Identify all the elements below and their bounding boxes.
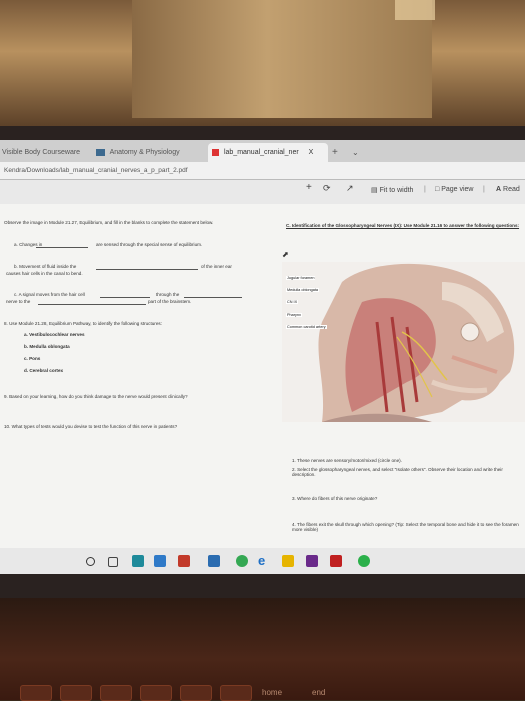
page-view-icon: □ — [435, 186, 440, 193]
right-question-3: 3. Where do fibers of this nerve origina… — [292, 496, 378, 501]
pdf-toolbar: + ⟳ ↗ ▤ Fit to width | □ Page view | A R… — [0, 180, 525, 205]
keyboard-key — [60, 685, 92, 701]
structure-a: a. Vestibulocochlear nerves — [24, 332, 85, 337]
file-explorer-icon[interactable] — [282, 555, 294, 567]
keyboard-key — [220, 685, 252, 701]
blank-line[interactable] — [96, 269, 198, 270]
cursor-icon: ⬈ — [282, 250, 289, 259]
blank-line[interactable] — [184, 297, 242, 298]
item-c-text-cont: nerve to the — [6, 299, 31, 304]
blank-line[interactable] — [38, 304, 146, 305]
question-9-text: 9. Based on your learning, how do you th… — [4, 394, 188, 399]
right-question-2: 2. Select the glossopharyngeal nerves, a… — [292, 467, 503, 478]
app-icon[interactable] — [358, 555, 370, 567]
end-key-label: end — [312, 688, 326, 697]
page-view-label: Page view — [441, 186, 474, 193]
keyboard-key — [20, 685, 52, 701]
page-view-button[interactable]: □ Page view — [435, 186, 473, 193]
anatomy-figure[interactable]: Jugular foramen Medulla oblongata CN IX … — [282, 262, 525, 422]
label-common-carotid-artery[interactable]: Common carotid artery — [286, 325, 327, 329]
browser-tab-bar: Visible Body Courseware Anatomy & Physio… — [0, 140, 525, 162]
label-jugular-foramen[interactable]: Jugular foramen — [286, 276, 316, 280]
pdf-page: Observe the image in Module 21.27, Equil… — [0, 204, 525, 548]
home-key-label: home — [262, 688, 283, 697]
photo-light-glare — [395, 0, 435, 20]
read-aloud-icon: A — [496, 186, 502, 193]
office-icon[interactable] — [178, 555, 190, 567]
tab-label: lab_manual_cranial_ner — [223, 149, 299, 156]
close-tab-icon[interactable]: X — [309, 149, 314, 156]
new-tab-button[interactable]: + — [332, 143, 344, 162]
read-aloud-label: Read — [503, 186, 520, 193]
item-c-text-end: part of the brainstem. — [148, 299, 192, 304]
toolbar-divider: | — [424, 186, 426, 193]
mail-icon[interactable] — [208, 555, 220, 567]
store-icon[interactable] — [132, 555, 144, 567]
blank-line[interactable] — [100, 297, 150, 298]
fit-width-icon: ▤ — [371, 187, 378, 194]
keyboard-key — [140, 685, 172, 701]
address-bar[interactable]: Kendra/Downloads/lab_manual_cranial_nerv… — [0, 162, 525, 180]
keyboard-key — [100, 685, 132, 701]
structure-d: d. Cerebral cortex — [24, 368, 64, 373]
tab-lab-manual[interactable]: lab_manual_cranial_ner X — [208, 143, 328, 162]
pdf-icon — [212, 148, 219, 156]
rotate-icon[interactable]: ⟳ — [323, 183, 331, 194]
item-c-text: c. A signal moves from the hair cell — [14, 292, 85, 297]
read-aloud-button[interactable]: A Read — [496, 186, 520, 193]
blank-line[interactable] — [36, 247, 88, 248]
keyboard-key — [180, 685, 212, 701]
fit-to-width-button[interactable]: ▤ Fit to width — [371, 186, 413, 194]
edge-icon[interactable]: e — [258, 553, 270, 568]
tab-anatomy-physiology[interactable]: Anatomy & Physiology — [96, 143, 196, 162]
zoom-in-button[interactable]: + — [306, 182, 312, 193]
app-icon[interactable] — [154, 555, 166, 567]
laptop-screen: Visible Body Courseware Anatomy & Physio… — [0, 140, 525, 574]
photo-background-door — [132, 0, 432, 118]
vb-icon — [96, 148, 105, 156]
head-anatomy-illustration — [318, 263, 515, 422]
label-medulla-oblongata[interactable]: Medulla oblongata — [286, 288, 320, 292]
item-b-text: b. Movement of fluid inside the — [14, 264, 77, 269]
tab-label: Visible Body Courseware — [2, 149, 81, 156]
section-c-heading: C. Identification of the Glossopharyngea… — [286, 223, 520, 228]
item-a-text-end: are sensed through the special sense of … — [96, 242, 203, 247]
app-icon[interactable] — [330, 555, 342, 567]
taskbar: e — [0, 548, 525, 574]
task-view-icon[interactable] — [108, 557, 118, 567]
app-icon[interactable] — [306, 555, 318, 567]
item-b-text-cont: causes hair cells in the canal to bend. — [6, 271, 83, 276]
question-8-text: 8. Use Module 21.28, Equilibrium Pathway… — [4, 321, 162, 326]
item-c-text-mid: through the — [156, 292, 180, 297]
label-cn-ix[interactable]: CN IX — [286, 300, 299, 304]
item-b-text-end: of the inner ear — [201, 264, 232, 269]
address-text: Kendra/Downloads/lab_manual_cranial_nerv… — [4, 167, 188, 174]
cortana-icon[interactable] — [86, 557, 95, 566]
chrome-icon[interactable] — [236, 555, 248, 567]
label-pharynx[interactable]: Pharynx — [286, 313, 302, 317]
tab-visible-body[interactable]: Visible Body Courseware — [0, 143, 90, 162]
toolbar-divider: | — [483, 186, 485, 193]
structure-c: c. Pons — [24, 356, 41, 361]
instruction-text: Observe the image in Module 21.27, Equil… — [4, 220, 214, 225]
right-question-1: 1. These nerves are sensory/motor/mixed … — [292, 458, 402, 463]
tab-label: Anatomy & Physiology — [109, 149, 180, 156]
structure-b: b. Medulla oblongata — [24, 344, 70, 349]
chevron-down-icon[interactable]: ⌄ — [352, 143, 364, 162]
expand-icon[interactable]: ↗ — [346, 183, 354, 194]
question-10-text: 10. What types of tests would you devise… — [4, 424, 178, 429]
fit-to-width-label: Fit to width — [379, 187, 414, 194]
right-question-4: 4. The fibers exit the skull through whi… — [292, 522, 519, 533]
